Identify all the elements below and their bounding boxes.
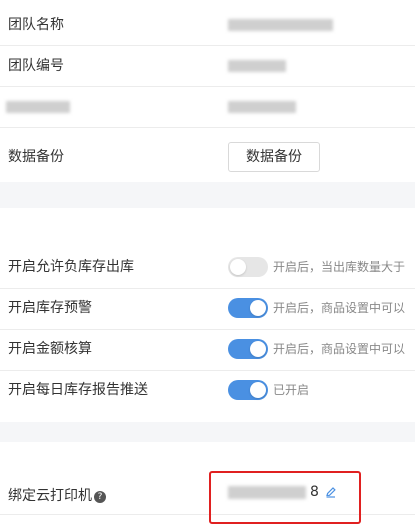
stock-warning-label: 开启库存预警: [8, 300, 92, 316]
printer-label: 绑定云打印机?: [8, 477, 106, 515]
redacted-row: [0, 87, 415, 128]
divider: [0, 127, 415, 128]
setting-row-stock-warning: 开启库存预警 开启后，商品设置中可以: [0, 289, 415, 330]
team-number-value-redacted: [228, 60, 286, 72]
stock-warning-toggle[interactable]: [228, 298, 268, 318]
allow-negative-toggle[interactable]: [228, 257, 268, 277]
redacted-label: [6, 101, 70, 113]
team-number-row: 团队编号: [0, 46, 415, 87]
amount-check-hint: 开启后，商品设置中可以: [273, 342, 406, 356]
setting-row-amount-check: 开启金额核算 开启后，商品设置中可以: [0, 330, 415, 371]
allow-negative-label: 开启允许负库存出库: [8, 259, 134, 275]
toggle-knob: [250, 300, 266, 316]
backup-row: 数据备份 数据备份: [0, 138, 415, 179]
team-number-label: 团队编号: [8, 58, 64, 74]
amount-check-toggle[interactable]: [228, 339, 268, 359]
printer-label-text: 绑定云打印机: [8, 488, 92, 504]
team-name-value-redacted: [228, 19, 333, 31]
help-icon[interactable]: ?: [94, 491, 106, 503]
daily-report-label: 开启每日库存报告推送: [8, 382, 148, 398]
allow-negative-hint: 开启后，当出库数量大于: [273, 260, 406, 274]
backup-label: 数据备份: [8, 149, 64, 165]
daily-report-hint: 已开启: [273, 383, 310, 397]
toggle-knob: [250, 341, 266, 357]
stock-warning-hint: 开启后，商品设置中可以: [273, 301, 406, 315]
setting-row-allow-negative: 开启允许负库存出库 开启后，当出库数量大于: [0, 248, 415, 289]
daily-report-toggle[interactable]: [228, 380, 268, 400]
printer-highlight-box: [209, 471, 361, 524]
toggle-knob: [230, 259, 246, 275]
redacted-value: [228, 101, 296, 113]
team-name-label: 团队名称: [8, 17, 64, 33]
setting-row-daily-report: 开启每日库存报告推送 已开启: [0, 371, 415, 412]
team-name-row: 团队名称: [0, 5, 415, 46]
inventory-settings-section: 开启允许负库存出库 开启后，当出库数量大于 开启库存预警 开启后，商品设置中可以…: [0, 208, 415, 422]
team-info-section: 团队名称 团队编号 数据备份 数据备份: [0, 0, 415, 182]
toggle-knob: [250, 382, 266, 398]
backup-button[interactable]: 数据备份: [228, 142, 320, 172]
amount-check-label: 开启金额核算: [8, 341, 92, 357]
